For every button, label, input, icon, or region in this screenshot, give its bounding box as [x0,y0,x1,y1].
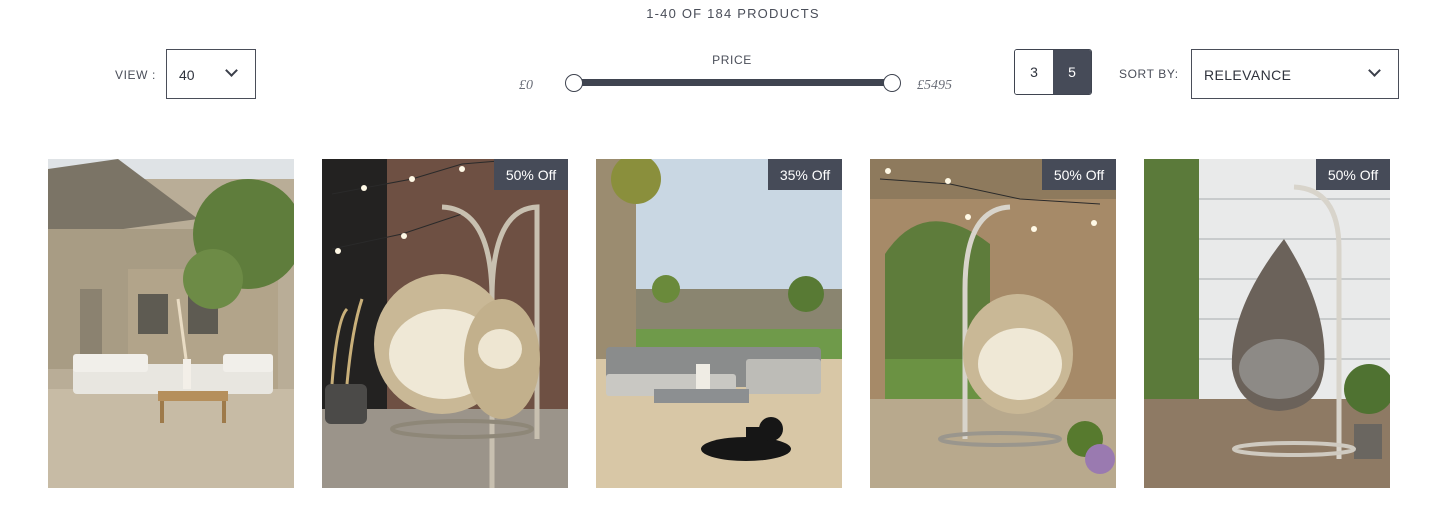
results-count: 1-40 OF 184 PRODUCTS [646,6,820,21]
price-slider-track[interactable] [574,79,892,86]
product-card[interactable]: 50% Off [870,159,1116,488]
sort-selected-value: RELEVANCE [1204,67,1292,83]
product-card[interactable]: 50% Off [1144,159,1390,488]
discount-badge: 50% Off [1316,159,1390,190]
grid-5-columns-button[interactable]: 5 [1053,50,1091,94]
price-max-label: £5495 [917,78,952,93]
product-image[interactable] [870,159,1116,488]
view-selected-value: 40 [179,67,195,83]
view-per-page-select[interactable]: 40 [166,49,256,99]
discount-badge: 35% Off [768,159,842,190]
sort-select[interactable]: RELEVANCE [1191,49,1399,99]
product-card[interactable]: 35% Off [596,159,842,488]
product-card[interactable] [48,159,294,488]
chevron-down-icon [1368,64,1381,77]
chevron-down-icon [225,64,238,77]
sort-label: SORT BY: [1119,67,1179,81]
price-slider-min-handle[interactable] [565,74,583,92]
product-image[interactable] [48,159,294,488]
product-image[interactable] [1144,159,1390,488]
price-label: PRICE [712,53,752,67]
grid-columns-toggle: 3 5 [1014,49,1092,95]
price-slider-max-handle[interactable] [883,74,901,92]
discount-badge: 50% Off [1042,159,1116,190]
price-min-label: £0 [519,78,533,93]
product-image[interactable] [596,159,842,488]
product-grid: 50% Off 35% Off 50% Off 50% Off [48,159,1390,488]
product-card[interactable]: 50% Off [322,159,568,488]
grid-3-columns-button[interactable]: 3 [1015,50,1053,94]
view-label: VIEW : [115,68,156,82]
product-image[interactable] [322,159,568,488]
discount-badge: 50% Off [494,159,568,190]
